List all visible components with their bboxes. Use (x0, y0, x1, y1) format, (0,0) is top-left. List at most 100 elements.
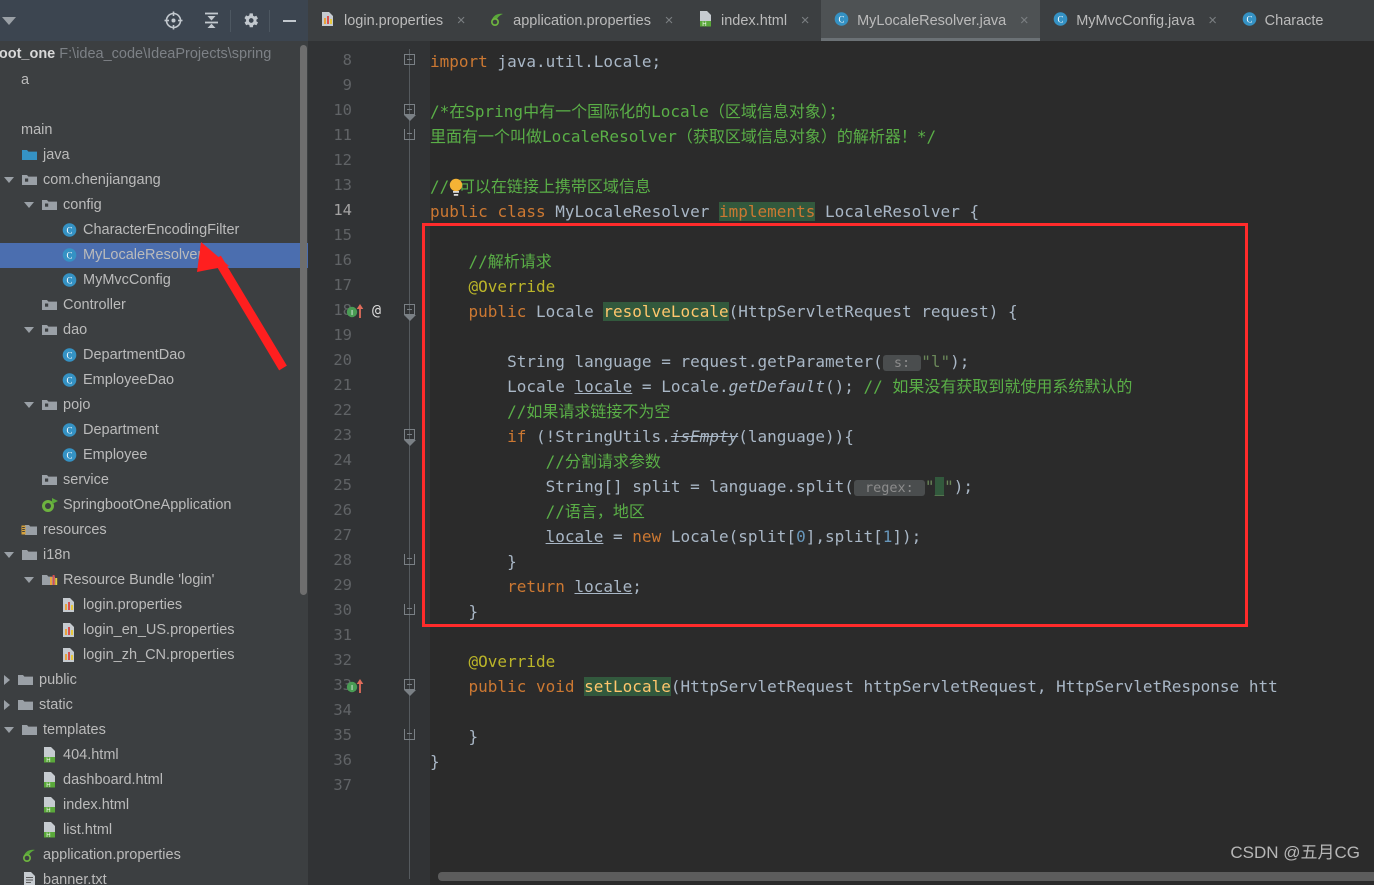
tree-item-department[interactable]: C Department (0, 418, 308, 443)
fold-marker[interactable] (404, 554, 415, 565)
locate-icon[interactable] (154, 0, 192, 41)
editor-horizontal-scrollbar[interactable] (438, 872, 1374, 881)
tree-item-main[interactable]: main (0, 118, 308, 143)
tree-item-application-properties[interactable]: application.properties (0, 843, 308, 868)
fold-marker[interactable] (404, 604, 415, 615)
code-line-35[interactable]: } (430, 724, 479, 749)
code-line-36[interactable]: } (430, 749, 440, 774)
tree-item-employee[interactable]: C Employee (0, 443, 308, 468)
tree-item-i18n[interactable]: i18n (0, 543, 308, 568)
code-line-22[interactable]: //如果请求链接不为空 (430, 399, 670, 424)
editor-gutter[interactable]: 8 9 10 11 12 13 14 15 16 17 18 19 20 21 22 23 24 25 26 27 28… (308, 41, 430, 885)
fold-marker[interactable] (404, 54, 415, 65)
code-line-30[interactable]: } (430, 599, 479, 624)
code-line-28[interactable]: } (430, 549, 517, 574)
chevron-down-icon[interactable] (24, 326, 34, 333)
tree-item-static[interactable]: static (0, 693, 308, 718)
tree-item-index-html[interactable]: Hindex.html (0, 793, 308, 818)
chevron-down-icon[interactable] (4, 551, 14, 558)
tree-item-employeedao[interactable]: C EmployeeDao (0, 368, 308, 393)
tree-item-login-zh-cn-properties[interactable]: login_zh_CN.properties (0, 643, 308, 668)
tree-item-public[interactable]: public (0, 668, 308, 693)
tree-item-dao[interactable]: dao (0, 318, 308, 343)
intention-bulb-icon[interactable] (448, 177, 464, 199)
code-line-16[interactable]: //解析请求 (430, 249, 552, 274)
editor-tab-characte[interactable]: C Characte (1229, 0, 1334, 41)
chevron-down-icon[interactable] (4, 176, 14, 183)
tree-item-service[interactable]: service (0, 468, 308, 493)
tree-item-controller[interactable]: Controller (0, 293, 308, 318)
code-line-14[interactable]: public class MyLocaleResolver implements… (430, 199, 979, 224)
tree-item-banner-txt[interactable]: banner.txt (0, 868, 308, 885)
annotation-marker-icon[interactable]: @ (372, 301, 381, 319)
editor-tabbar[interactable]: login.properties × application.properties ×… (308, 0, 1374, 41)
code-line-25[interactable]: String[] split = language.split( regex: … (430, 474, 973, 499)
code-line-18[interactable]: public Locale resolveLocale(HttpServletR… (430, 299, 1018, 324)
minimize-icon[interactable] (270, 0, 308, 41)
code-line-33[interactable]: public void setLocale(HttpServletRequest… (430, 674, 1278, 699)
tree-item-login-en-us-properties[interactable]: login_en_US.properties (0, 618, 308, 643)
tree-item-config[interactable]: config (0, 193, 308, 218)
chevron-down-icon[interactable] (24, 201, 34, 208)
code-line-11[interactable]: 里面有一个叫做LocaleResolver（获取区域信息对象）的解析器！*/ (430, 124, 936, 149)
code-line-29[interactable]: return locale; (430, 574, 642, 599)
tree-item-label: banner.txt (43, 872, 107, 885)
close-icon[interactable]: × (455, 13, 467, 28)
chevron-down-icon[interactable] (24, 401, 34, 408)
tree-item-templates[interactable]: templates (0, 718, 308, 743)
fold-marker[interactable] (404, 429, 416, 446)
tree-item-departmentdao[interactable]: C DepartmentDao (0, 343, 308, 368)
code-line-10[interactable]: /*在Spring中有一个国际化的Locale（区域信息对象）； (430, 99, 845, 124)
tree-item-list-html[interactable]: Hlist.html (0, 818, 308, 843)
code-line-26[interactable]: //语言，地区 (430, 499, 645, 524)
tree-item-mymvcconfig[interactable]: C MyMvcConfig (0, 268, 308, 293)
code-line-17[interactable]: @Override (430, 274, 556, 299)
editor-tab-login-properties[interactable]: login.properties × (308, 0, 477, 41)
tree-item-a[interactable]: a (0, 68, 308, 93)
code-line-27[interactable]: locale = new Locale(split[0],split[1]); (430, 524, 922, 549)
code-line-32[interactable]: @Override (430, 649, 556, 674)
tree-item-blank[interactable] (0, 93, 308, 118)
project-scrollbar[interactable] (300, 45, 307, 595)
tree-item-java[interactable]: java (0, 143, 308, 168)
code-line-21[interactable]: Locale locale = Locale.getDefault(); // … (430, 374, 1132, 399)
close-icon[interactable]: × (663, 13, 675, 28)
implements-marker-icon[interactable]: I (346, 302, 368, 326)
chevron-right-icon[interactable] (4, 674, 10, 685)
editor-tab-application-properties[interactable]: application.properties × (477, 0, 685, 41)
code-content[interactable]: import java.util.Locale; /*在Spring中有一个国际化… (430, 41, 1374, 885)
fold-marker[interactable] (404, 304, 416, 321)
code-line-23[interactable]: if (!StringUtils.isEmpty(language)){ (430, 424, 854, 449)
tree-item-resources[interactable]: resources (0, 518, 308, 543)
fold-marker[interactable] (404, 679, 416, 696)
tree-item-mylocaleresolver[interactable]: C MyLocaleResolver (0, 243, 308, 268)
close-icon[interactable]: × (1207, 13, 1219, 28)
collapse-all-icon[interactable] (192, 0, 230, 41)
code-line-20[interactable]: String language = request.getParameter( … (430, 349, 969, 374)
code-line-24[interactable]: //分割请求参数 (430, 449, 661, 474)
tree-item-login-properties[interactable]: login.properties (0, 593, 308, 618)
tree-item-dashboard-html[interactable]: Hdashboard.html (0, 768, 308, 793)
close-icon[interactable]: × (1018, 13, 1030, 28)
tree-item-characterencodingfilter[interactable]: C CharacterEncodingFilter (0, 218, 308, 243)
editor-tab-mylocaleresolver-java[interactable]: C MyLocaleResolver.java × (821, 0, 1041, 41)
editor-tab-mymvcconfig-java[interactable]: C MyMvcConfig.java × (1040, 0, 1228, 41)
chevron-right-icon[interactable] (4, 699, 10, 710)
implements-marker-icon[interactable]: I (346, 677, 368, 701)
editor-tab-index-html[interactable]: Hindex.html × (685, 0, 821, 41)
chevron-down-icon[interactable] (24, 576, 34, 583)
tree-item-resource-bundle-login-[interactable]: Resource Bundle 'login' (0, 568, 308, 593)
tree-item-pojo[interactable]: pojo (0, 393, 308, 418)
fold-marker[interactable] (404, 729, 415, 740)
tree-item-com-chenjiangang[interactable]: com.chenjiangang (0, 168, 308, 193)
chevron-down-icon[interactable] (2, 17, 16, 25)
project-tree[interactable]: a main java com.chenjiangang config C Characte… (0, 68, 308, 885)
fold-marker[interactable] (404, 104, 416, 121)
tree-item-springbootoneapplication[interactable]: SpringbootOneApplication (0, 493, 308, 518)
code-line-8[interactable]: import java.util.Locale; (430, 49, 661, 74)
chevron-down-icon[interactable] (4, 726, 14, 733)
close-icon[interactable]: × (799, 13, 811, 28)
gear-icon[interactable] (231, 0, 269, 41)
tree-item-404-html[interactable]: H 404.html (0, 743, 308, 768)
fold-marker[interactable] (404, 129, 415, 140)
